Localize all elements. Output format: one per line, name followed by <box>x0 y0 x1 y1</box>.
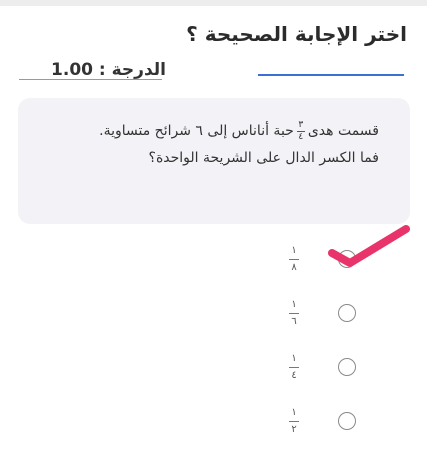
answer-option[interactable]: ١ ٤ <box>280 352 370 388</box>
option-numerator: ١ <box>291 245 297 256</box>
fraction-bar <box>289 421 299 422</box>
option-fraction: ١ ٢ <box>288 408 300 435</box>
grade-label: الدرجة : 1.00 <box>51 60 166 80</box>
top-divider <box>0 0 427 6</box>
option-numerator: ١ <box>291 407 297 418</box>
fraction-bar <box>289 367 299 368</box>
question-text-start: قسمت هدى <box>307 123 379 139</box>
option-radio-button[interactable] <box>338 412 356 430</box>
option-fraction: ١ ٤ <box>288 354 300 381</box>
option-numerator: ١ <box>291 299 297 310</box>
option-fraction: ١ ٨ <box>288 246 300 273</box>
answer-option[interactable]: ١ ٦ <box>280 298 370 334</box>
question-fraction: ٣٤ <box>296 119 305 142</box>
grade-underline <box>19 79 162 80</box>
option-denominator: ٢ <box>291 424 297 435</box>
answer-option[interactable]: ١ ٨ <box>280 244 370 280</box>
fraction-bar <box>289 259 299 260</box>
question-fraction-numerator: ٣ <box>298 119 304 130</box>
option-radio-button[interactable] <box>338 304 356 322</box>
fraction-bar <box>289 313 299 314</box>
option-radio-button[interactable] <box>338 358 356 376</box>
title-underline <box>258 74 404 76</box>
option-denominator: ٤ <box>291 370 297 381</box>
option-fraction: ١ ٦ <box>288 300 300 327</box>
question-text: قسمت هدى ٣ ٤ حبة أناناس إلى ٦ شرائح متساوية… <box>79 118 379 172</box>
option-denominator: ٨ <box>291 262 297 273</box>
question-fraction-denominator: ٤ <box>298 131 304 142</box>
option-denominator: ٦ <box>291 316 297 327</box>
option-numerator: ١ <box>291 353 297 364</box>
option-radio-button[interactable] <box>338 250 356 268</box>
question-heading: اختر الإجابة الصحيحة ؟ <box>186 22 407 46</box>
answer-option[interactable]: ١ ٢ <box>280 406 370 442</box>
